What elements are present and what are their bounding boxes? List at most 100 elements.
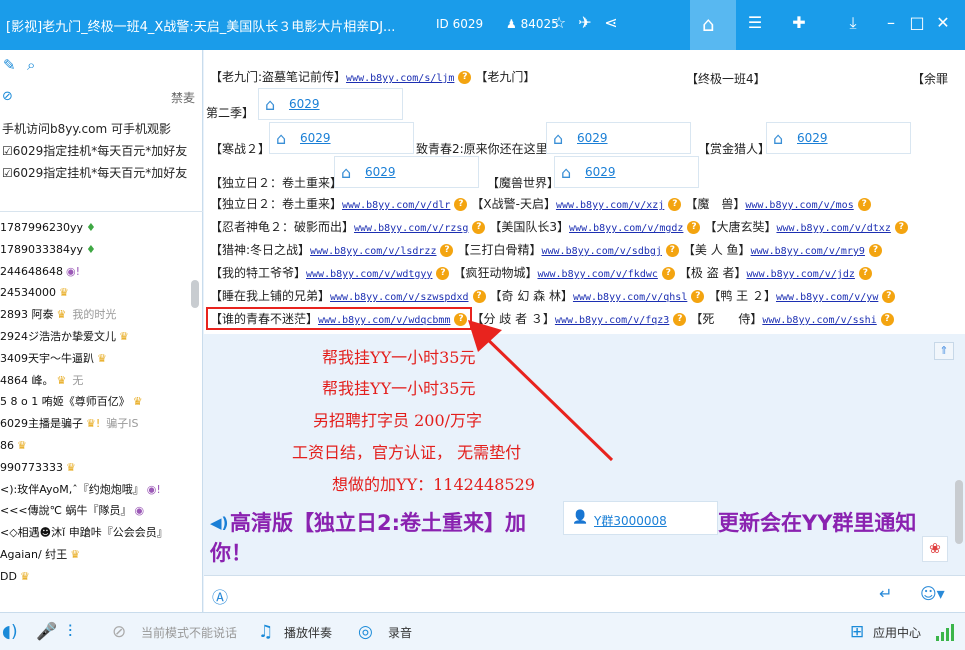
accompany-button[interactable]: 播放伴奏 [284, 624, 332, 641]
user-list-item[interactable]: 86 ♛ [0, 435, 190, 457]
question-icon: ? [472, 290, 486, 303]
channel-link[interactable]: 6029 [289, 97, 320, 111]
chat-link[interactable]: www.b8yy.com/s/ljm [346, 73, 454, 84]
user-list-item[interactable]: 244648648 ◉! [0, 261, 190, 283]
share-icon[interactable]: ⋖ [600, 12, 622, 34]
channel-card[interactable]: ⌂ 6029 [554, 156, 699, 188]
channel-link[interactable]: 6029 [577, 131, 608, 145]
movie-link[interactable]: www.b8yy.com/v/jdz [747, 269, 855, 280]
movie-title: 【三打白骨精】 [457, 243, 542, 257]
mic-icon[interactable]: 🎤 [36, 622, 57, 642]
user-list-item[interactable]: 6029主播是骗子 ♛! 骗子IS [0, 413, 190, 435]
user-list-item[interactable]: DD ♛ [0, 566, 190, 588]
user-list-item[interactable]: <):玫伴AyoM,ˆ『约炮炮哦』 ◉! [0, 479, 190, 501]
chat-text: 【魔兽世界】 [487, 176, 560, 190]
plane-icon[interactable]: ✈ [574, 12, 596, 34]
user-list-item[interactable]: 4864 峰。 ♛ 无 [0, 370, 190, 392]
movie-link[interactable]: www.b8yy.com/v/rzsg [354, 223, 468, 234]
chat-scrollbar[interactable] [955, 480, 963, 544]
user-list-item[interactable]: 5 8 o 1 哊姬《尊师百亿》 ♛ [0, 391, 190, 413]
record-icon[interactable]: ◎ [358, 622, 373, 642]
mic-off-icon[interactable]: ⊘ [2, 89, 13, 104]
input-bar[interactable]: Ⓐ ↵ ☺▾ [204, 575, 965, 612]
user-list-item[interactable]: 990773333 ♛ [0, 457, 190, 479]
mode-status: 当前模式不能说话 [141, 626, 238, 640]
channel-card[interactable]: ⌂ 6029 [269, 122, 414, 154]
user-list-item[interactable]: 24534000 ♛ [0, 282, 190, 304]
movie-link[interactable]: www.b8yy.com/v/szwspdxd [330, 292, 468, 303]
group-card[interactable]: 👤 Y群3000008 [563, 501, 718, 535]
channel-link[interactable]: 6029 [585, 165, 616, 179]
movie-title: 【死 侍】 [690, 312, 763, 326]
minimize-icon[interactable]: – [880, 12, 902, 34]
edit-icon[interactable]: ✎ [3, 56, 16, 74]
question-icon: ? [882, 290, 896, 303]
flower-icon[interactable]: ❀ [922, 536, 948, 562]
channel-link[interactable]: 6029 [300, 131, 331, 145]
movie-link[interactable]: www.b8yy.com/v/mos [745, 200, 853, 211]
user-list-item[interactable]: <◇相遇☻沐ǐ 申蹌咔『公会会员』 [0, 522, 190, 544]
movie-link[interactable]: www.b8yy.com/v/lsdrzz [310, 246, 436, 257]
user-list-item[interactable]: <<<傳說℃ 蜗牛『隊员』 ◉ [0, 500, 190, 522]
question-icon: ? [894, 221, 908, 234]
user-list: 1787996230yy ♦ 1789033384yy ♦ 244648648 ◉! 245… [0, 217, 190, 612]
user-list-item[interactable]: 2893 阿泰 ♛ 我的时光 [0, 304, 190, 326]
movie-link[interactable]: www.b8yy.com/v/xzj [556, 200, 664, 211]
channel-card[interactable]: ⌂ 6029 [766, 122, 911, 154]
scrollbar[interactable] [191, 280, 199, 308]
equalizer-icon[interactable]: ⫶ [68, 622, 72, 642]
user-badge-icon: ♛ [66, 460, 76, 474]
movie-link[interactable]: www.b8yy.com/v/mry9 [751, 246, 865, 257]
movie-title: 【独立日２：卷土重来】 [210, 197, 343, 211]
movie-title: 【美国队长3】 [489, 220, 570, 234]
channel-card[interactable]: ⌂ 6029 [546, 122, 691, 154]
channel-card[interactable]: ⌂ 6029 [334, 156, 479, 188]
user-note: 骗子IS [106, 417, 139, 431]
home-tab[interactable]: ⌂ [690, 0, 736, 50]
movie-link[interactable]: www.b8yy.com/v/sshi [762, 315, 876, 326]
movie-link[interactable]: www.b8yy.com/v/sdbgj [542, 246, 662, 257]
close-icon[interactable]: ✕ [932, 12, 954, 34]
user-badge-icon: ♦ [86, 221, 96, 234]
music-icon[interactable]: ♫ [258, 622, 273, 642]
channel-link[interactable]: 6029 [797, 131, 828, 145]
movie-link[interactable]: www.b8yy.com/v/dlr [342, 200, 450, 211]
channel-link[interactable]: 6029 [365, 165, 396, 179]
movie-link[interactable]: www.b8yy.com/v/yw [776, 292, 878, 303]
movie-title: 【奇 幻 森 林】 [489, 289, 573, 303]
user-list-item[interactable]: 1787996230yy ♦ [0, 217, 190, 239]
channel-card[interactable]: ⌂ 6029 [258, 88, 403, 120]
movie-link[interactable]: www.b8yy.com/v/dtxz [776, 223, 890, 234]
chat-line: 【忍者神龟２：破影而出】www.b8yy.com/v/rzsg? 【美国队长3】w… [210, 216, 912, 238]
app-center-button[interactable]: 应用中心 [873, 624, 921, 641]
movie-link[interactable]: www.b8yy.com/v/mgdz [569, 223, 683, 234]
volume-icon[interactable]: ◖) [2, 622, 18, 642]
record-button[interactable]: 录音 [388, 624, 412, 641]
app-grid-icon[interactable]: ⊞ [850, 622, 864, 642]
group-link[interactable]: Y群3000008 [594, 512, 667, 529]
signal-icon [936, 623, 956, 641]
user-name: 86 [0, 439, 14, 452]
house-icon: ⌂ [265, 95, 276, 114]
movie-link[interactable]: www.b8yy.com/v/qhsl [573, 292, 687, 303]
search-icon[interactable]: ⌕ [27, 56, 35, 74]
send-icon[interactable]: ↵ [879, 584, 892, 603]
maximize-icon[interactable]: □ [906, 12, 928, 34]
emoji-icon[interactable]: ☺▾ [920, 584, 945, 603]
scroll-top-button[interactable]: ⇑ [934, 342, 954, 360]
user-list-item[interactable]: Agaian/ 纣王 ♛ [0, 544, 190, 566]
list-icon[interactable]: ☰ [744, 12, 766, 34]
movie-link[interactable]: www.b8yy.com/v/wdtgyy [306, 269, 432, 280]
user-list-item[interactable]: 2924ジ浩浩か挚爱文儿 ♛ [0, 326, 190, 348]
user-list-item[interactable]: 3409天宇～牛逼趴 ♛ [0, 348, 190, 370]
font-icon[interactable]: Ⓐ [212, 584, 228, 608]
star-icon[interactable]: ☆ [548, 12, 570, 34]
minimize-to-tray-icon[interactable]: ⤓ [842, 12, 864, 34]
ban-mic-label[interactable]: 禁麦 [171, 89, 195, 106]
user-list-item[interactable]: 1789033384yy ♦ [0, 239, 190, 261]
user-badge-icon: ◉ [134, 504, 145, 518]
gamepad-icon[interactable]: ✚ [788, 12, 810, 34]
user-badge-icon: ♛ [56, 373, 67, 387]
house-icon: ⌂ [561, 163, 572, 182]
movie-link[interactable]: www.b8yy.com/v/fkdwc [537, 269, 657, 280]
